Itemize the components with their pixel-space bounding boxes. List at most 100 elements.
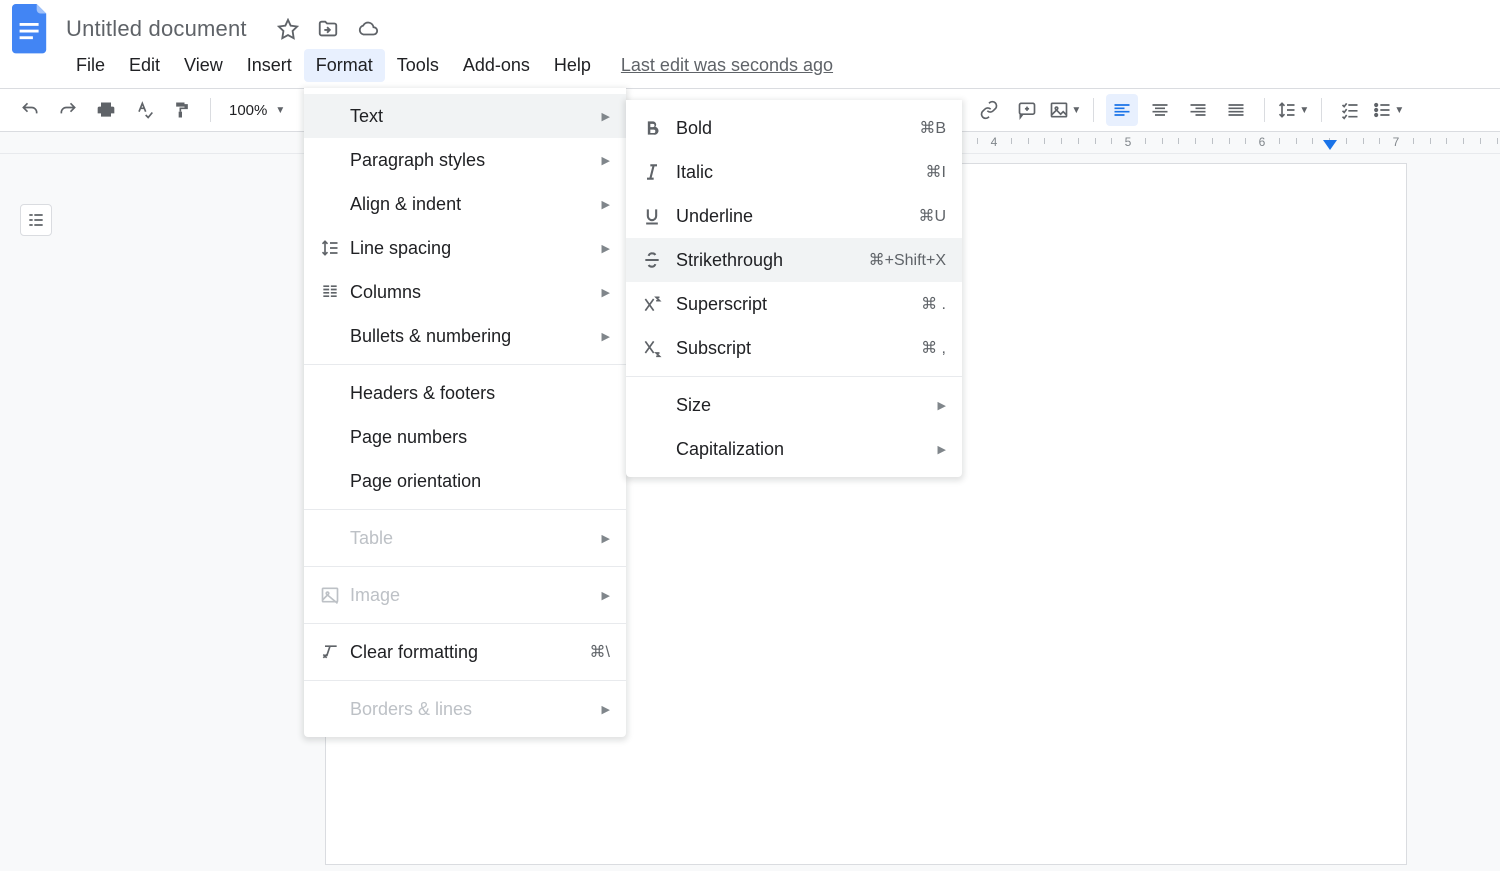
columns-icon	[320, 282, 350, 302]
menu-file[interactable]: File	[64, 49, 117, 82]
chevron-down-icon: ▼	[1394, 105, 1404, 116]
menu-item-shortcut: ⌘ .	[856, 294, 946, 314]
format-menu-item[interactable]: Text▶	[304, 94, 626, 138]
insert-link-button[interactable]	[973, 94, 1005, 126]
chevron-right-icon: ▶	[602, 589, 610, 602]
menu-item-label: Bold	[676, 118, 856, 139]
title-bar: Untitled document	[0, 0, 1500, 50]
image-icon	[320, 585, 350, 605]
align-center-button[interactable]	[1144, 94, 1176, 126]
ruler-tick	[1195, 138, 1196, 144]
format-menu-item[interactable]: Page numbers	[304, 415, 626, 459]
align-left-button[interactable]	[1106, 94, 1138, 126]
ruler-number: 5	[1125, 135, 1132, 149]
outline-toggle-button[interactable]	[20, 204, 52, 236]
line-spacing-button[interactable]: ▼	[1277, 94, 1309, 126]
menu-item-label: Italic	[676, 162, 856, 183]
bulleted-list-button[interactable]: ▼	[1372, 94, 1404, 126]
format-menu-item[interactable]: Page orientation	[304, 459, 626, 503]
format-menu-item[interactable]: Line spacing▶	[304, 226, 626, 270]
text-submenu-item[interactable]: Size▶	[626, 383, 962, 427]
print-button[interactable]	[90, 94, 122, 126]
paint-format-button[interactable]	[166, 94, 198, 126]
chevron-right-icon: ▶	[602, 286, 610, 299]
text-submenu-item[interactable]: Subscript⌘ ,	[626, 326, 962, 370]
format-menu-item[interactable]: Bullets & numbering▶	[304, 314, 626, 358]
menu-help[interactable]: Help	[542, 49, 603, 82]
menu-insert[interactable]: Insert	[235, 49, 304, 82]
format-menu-item[interactable]: Align & indent▶	[304, 182, 626, 226]
format-menu-item[interactable]: Columns▶	[304, 270, 626, 314]
document-title[interactable]: Untitled document	[66, 16, 247, 42]
ruler-tick	[1212, 138, 1213, 144]
menu-tools[interactable]: Tools	[385, 49, 451, 82]
last-edit-link[interactable]: Last edit was seconds ago	[621, 55, 833, 76]
menu-item-label: Text	[350, 106, 602, 127]
text-submenu-item[interactable]: Bold⌘B	[626, 106, 962, 150]
menu-view[interactable]: View	[172, 49, 235, 82]
ruler-tick	[1095, 138, 1096, 144]
menu-item-label: Table	[350, 528, 602, 549]
checklist-button[interactable]	[1334, 94, 1366, 126]
chevron-right-icon: ▶	[602, 703, 610, 716]
align-right-button[interactable]	[1182, 94, 1214, 126]
format-menu-item[interactable]: Clear formatting⌘\	[304, 630, 626, 674]
menu-item-label: Size	[676, 395, 938, 416]
menu-item-label: Borders & lines	[350, 699, 602, 720]
format-menu-item[interactable]: Headers & footers	[304, 371, 626, 415]
undo-button[interactable]	[14, 94, 46, 126]
menu-item-shortcut: ⌘B	[856, 118, 946, 138]
ruler-indent-marker[interactable]	[1323, 140, 1337, 150]
insert-image-button[interactable]: ▼	[1049, 94, 1081, 126]
ruler-number: 6	[1259, 135, 1266, 149]
format-menu-item[interactable]: Paragraph styles▶	[304, 138, 626, 182]
line-spacing-icon	[320, 238, 350, 258]
spellcheck-button[interactable]	[128, 94, 160, 126]
ruler-tick	[1363, 138, 1364, 144]
format-menu-item: Image▶	[304, 573, 626, 617]
superscript-icon	[642, 294, 676, 314]
text-submenu-item[interactable]: Capitalization▶	[626, 427, 962, 471]
menu-item-label: Page orientation	[350, 471, 610, 492]
ruler-tick	[1480, 138, 1481, 144]
star-icon[interactable]	[277, 18, 299, 40]
text-submenu-item[interactable]: Underline⌘U	[626, 194, 962, 238]
ruler-tick	[1463, 138, 1464, 144]
chevron-right-icon: ▶	[602, 330, 610, 343]
menu-item-label: Strikethrough	[676, 250, 856, 271]
subscript-icon	[642, 338, 676, 358]
menu-item-label: Capitalization	[676, 439, 938, 460]
menu-addons[interactable]: Add-ons	[451, 49, 542, 82]
ruler-tick	[1245, 138, 1246, 144]
text-submenu-item[interactable]: Superscript⌘ .	[626, 282, 962, 326]
add-comment-button[interactable]	[1011, 94, 1043, 126]
chevron-right-icon: ▶	[602, 154, 610, 167]
menu-item-label: Superscript	[676, 294, 856, 315]
move-folder-icon[interactable]	[317, 18, 339, 40]
ruler-tick	[1279, 138, 1280, 144]
ruler-tick	[1111, 138, 1112, 144]
format-menu-item: Borders & lines▶	[304, 687, 626, 731]
ruler-tick	[1162, 138, 1163, 144]
docs-logo-icon[interactable]	[12, 4, 50, 54]
redo-button[interactable]	[52, 94, 84, 126]
menu-format[interactable]: Format	[304, 49, 385, 82]
text-submenu-item[interactable]: Italic⌘I	[626, 150, 962, 194]
ruler-tick	[1044, 138, 1045, 144]
menu-edit[interactable]: Edit	[117, 49, 172, 82]
ruler-tick	[1379, 138, 1380, 144]
menu-divider	[304, 509, 626, 510]
ruler-tick	[1430, 138, 1431, 144]
italic-icon	[642, 162, 676, 182]
toolbar-separator	[210, 98, 211, 122]
align-justify-button[interactable]	[1220, 94, 1252, 126]
text-submenu-item[interactable]: Strikethrough⌘+Shift+X	[626, 238, 962, 282]
ruler-tick	[1413, 138, 1414, 144]
chevron-down-icon: ▼	[1071, 105, 1081, 116]
cloud-status-icon[interactable]	[357, 18, 379, 40]
toolbar-separator	[1093, 98, 1094, 122]
menu-item-shortcut: ⌘+Shift+X	[856, 250, 946, 270]
zoom-dropdown[interactable]: 100% ▼	[223, 102, 291, 119]
ruler-tick	[1011, 138, 1012, 144]
chevron-right-icon: ▶	[602, 242, 610, 255]
